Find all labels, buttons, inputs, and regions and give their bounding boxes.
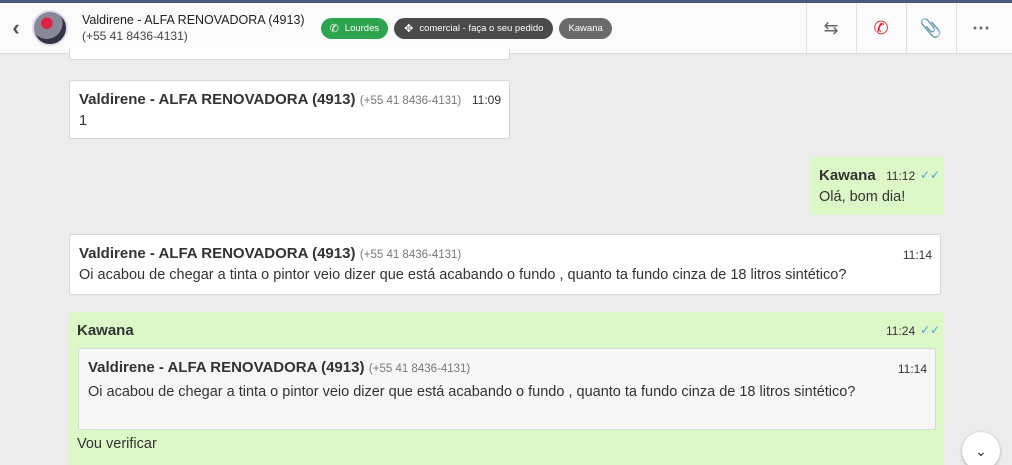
scroll-down-button[interactable]: ⌄: [962, 432, 1000, 465]
message-time: 11:24: [886, 324, 916, 338]
tag-comercial[interactable]: ✥ comercial - faça o seu pedido: [394, 17, 554, 39]
message-phone: (+55 41 8436-4131): [359, 249, 462, 261]
message-time: 11:14: [902, 248, 932, 262]
read-receipt-icon: ✓✓: [920, 168, 941, 182]
quoted-author: Valdirene - ALFA RENOVADORA (4913): [88, 359, 365, 376]
tag-lourdes[interactable]: ✆ Lourdes: [320, 17, 389, 39]
contact-name: Valdirene - ALFA RENOVADORA (4913): [82, 13, 305, 27]
message-time: 11:09: [471, 93, 501, 107]
whatsapp-icon: ✆: [329, 22, 339, 35]
message-bubble[interactable]: Valdirene - ALFA RENOVADORA (4913) (+55 …: [69, 234, 941, 295]
message-header: Valdirene - ALFA RENOVADORA (4913) (+55 …: [79, 91, 461, 109]
attach-icon[interactable]: 📎: [906, 3, 956, 54]
message-header: Valdirene - ALFA RENOVADORA (4913) (+55 …: [79, 245, 461, 263]
quoted-phone: (+55 41 8436-4131): [368, 363, 471, 375]
message-author: Kawana: [77, 322, 134, 339]
message-time: 11:12: [886, 169, 916, 183]
message-author: Valdirene - ALFA RENOVADORA (4913): [79, 91, 356, 108]
quoted-header: Valdirene - ALFA RENOVADORA (4913) (+55 …: [88, 359, 470, 377]
contact-phone: (+55 41 8436-4131): [82, 29, 188, 43]
end-call-icon[interactable]: ✆: [856, 3, 906, 54]
message-author: Valdirene - ALFA RENOVADORA (4913): [79, 245, 356, 262]
back-arrow-icon[interactable]: ‹: [0, 3, 32, 54]
read-receipt-icon: ✓✓: [920, 323, 941, 337]
transfer-icon[interactable]: ⇆: [806, 3, 856, 54]
message-text: Vou verificar: [77, 436, 157, 452]
tag-label: comercial - faça o seu pedido: [419, 22, 544, 34]
message-phone: (+55 41 8436-4131): [359, 95, 462, 107]
quoted-time: 11:14: [897, 362, 927, 376]
quoted-text: Oi acabou de chegar a tinta o pintor vei…: [88, 384, 856, 400]
more-options-icon[interactable]: ⋯: [956, 3, 1006, 54]
chevron-down-icon: ⌄: [975, 442, 987, 459]
avatar[interactable]: [32, 10, 68, 46]
message-text: Olá, bom dia!: [819, 189, 906, 205]
message-author: Kawana: [819, 167, 876, 184]
tag-label: Kawana: [568, 22, 603, 34]
message-bubble-partial: [69, 48, 510, 60]
flow-icon: ✥: [404, 22, 414, 35]
quoted-message[interactable]: Valdirene - ALFA RENOVADORA (4913) (+55 …: [78, 348, 936, 430]
message-bubble[interactable]: Kawana 11:12 ✓✓ Olá, bom dia!: [810, 157, 944, 215]
message-bubble[interactable]: Valdirene - ALFA RENOVADORA (4913) (+55 …: [69, 80, 510, 139]
message-text: Oi acabou de chegar a tinta o pintor vei…: [79, 267, 847, 283]
message-text: 1: [79, 113, 88, 129]
tag-kawana[interactable]: Kawana: [559, 17, 612, 39]
tag-label: Lourdes: [344, 22, 380, 34]
contact-info[interactable]: Valdirene - ALFA RENOVADORA (4913) (+55 …: [82, 12, 305, 45]
message-bubble[interactable]: Kawana 11:24 ✓✓ Valdirene - ALFA RENOVAD…: [69, 312, 944, 465]
